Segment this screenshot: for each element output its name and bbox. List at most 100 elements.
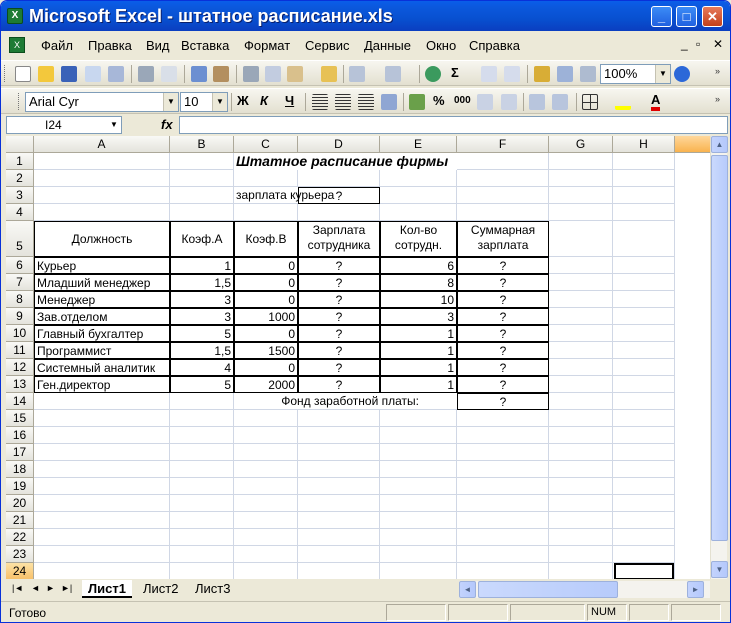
column-header-G[interactable]: G [549,136,613,153]
cell[interactable] [34,512,170,529]
cell[interactable] [34,427,170,444]
header-coef-b[interactable]: Коэф.В [234,221,298,257]
cell[interactable] [298,204,380,221]
cell[interactable] [549,291,613,308]
cell[interactable] [549,444,613,461]
salary-cell[interactable]: ? [298,325,380,342]
merge-center-icon[interactable] [381,94,397,110]
row-header-24[interactable]: 24 [6,563,34,579]
cell[interactable] [613,291,675,308]
column-header-D[interactable]: D [298,136,380,153]
column-header[interactable] [675,136,710,153]
cell[interactable] [549,153,613,170]
cell[interactable] [613,274,675,291]
cell[interactable] [613,461,675,478]
horizontal-scrollbar[interactable]: ◄ ► [459,581,710,598]
column-header-F[interactable]: F [457,136,549,153]
cell[interactable] [170,153,234,170]
header-total[interactable]: Суммарная зарплата [457,221,549,257]
toolbar-options-icon[interactable]: » [715,94,725,110]
permission-icon[interactable] [85,66,101,82]
cell[interactable] [380,529,457,546]
font-color-icon[interactable]: A [651,93,661,111]
position-cell[interactable]: Младший менеджер [34,274,170,291]
minimize-button[interactable]: _ [651,6,672,27]
cell[interactable] [234,495,298,512]
title-bar[interactable]: X Microsoft Excel - штатное расписание.x… [1,1,730,31]
row-header-6[interactable]: 6 [6,257,34,274]
cell[interactable] [298,563,380,579]
sheet-tab-1[interactable]: Лист1 [82,580,132,598]
total-cell[interactable]: ? [457,291,549,308]
increase-decimal-icon[interactable] [477,94,493,110]
last-sheet-button[interactable]: ►| [61,583,72,593]
toolbar-grip[interactable] [4,65,7,82]
cell[interactable] [234,427,298,444]
coef-b-cell[interactable]: 0 [234,325,298,342]
cell[interactable] [457,153,549,170]
menu-edit[interactable]: Правка [88,38,132,53]
scroll-up-button[interactable]: ▲ [711,136,728,153]
sheet-tab-3[interactable]: Лист3 [189,580,236,598]
row-header-16[interactable]: 16 [6,427,34,444]
coef-b-cell[interactable]: 0 [234,257,298,274]
formula-input[interactable] [179,116,728,134]
cell[interactable] [170,444,234,461]
cell[interactable] [298,512,380,529]
scroll-left-button[interactable]: ◄ [459,581,476,598]
row-header-14[interactable]: 14 [6,393,34,410]
menu-file[interactable]: Файл [41,38,73,53]
menu-format[interactable]: Формат [244,38,290,53]
header-count[interactable]: Кол-во сотрудн. [380,221,457,257]
help-icon[interactable] [674,66,690,82]
coef-a-cell[interactable]: 1 [170,257,234,274]
cell[interactable] [457,410,549,427]
cell[interactable] [549,461,613,478]
coef-a-cell[interactable]: 3 [170,291,234,308]
coef-b-cell[interactable]: 0 [234,274,298,291]
cell[interactable] [234,461,298,478]
cell[interactable] [34,170,170,187]
spelling-icon[interactable] [191,66,207,82]
cell[interactable] [613,427,675,444]
cell[interactable] [380,495,457,512]
row-header-7[interactable]: 7 [6,274,34,291]
menu-data[interactable]: Данные [364,38,411,53]
cell[interactable] [170,410,234,427]
cell[interactable] [34,187,170,204]
menu-view[interactable]: Вид [146,38,170,53]
fund-label[interactable]: Фонд заработной платы: [234,393,457,410]
salary-cell[interactable]: ? [298,376,380,393]
menu-window[interactable]: Окно [426,38,456,53]
cell[interactable] [549,495,613,512]
sheet-title[interactable]: Штатное расписание фирмы [234,153,457,170]
row-header-9[interactable]: 9 [6,308,34,325]
cell[interactable] [380,461,457,478]
print-preview-icon[interactable] [161,66,177,82]
cell[interactable] [380,444,457,461]
coef-a-cell[interactable]: 5 [170,376,234,393]
cell[interactable] [34,393,170,410]
print-icon[interactable] [138,66,154,82]
increase-indent-icon[interactable] [552,94,568,110]
cell[interactable] [549,563,613,579]
save-icon[interactable] [61,66,77,82]
sheet-tab-2[interactable]: Лист2 [137,580,184,598]
align-center-icon[interactable] [335,94,351,110]
insert-function-icon[interactable]: fx [161,117,173,132]
toolbar-options-icon[interactable]: » [715,66,725,82]
menu-help[interactable]: Справка [469,38,520,53]
cell[interactable] [457,187,549,204]
cell[interactable] [549,257,613,274]
column-header-C[interactable]: C [234,136,298,153]
count-cell[interactable]: 1 [380,325,457,342]
cell[interactable] [298,170,380,187]
sort-ascending-icon[interactable] [481,66,497,82]
cell[interactable] [549,512,613,529]
cell[interactable] [457,495,549,512]
cell[interactable] [613,325,675,342]
cell[interactable] [549,393,613,410]
decrease-decimal-icon[interactable] [501,94,517,110]
row-header-12[interactable]: 12 [6,359,34,376]
count-cell[interactable]: 3 [380,308,457,325]
